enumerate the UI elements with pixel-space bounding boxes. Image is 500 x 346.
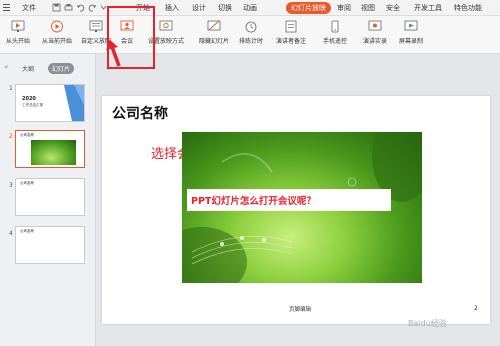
- tab-review[interactable]: 审阅: [337, 3, 351, 13]
- play-from-start-button[interactable]: 从头开始: [6, 20, 30, 45]
- thumbnail-subtitle: 工作总结汇报: [22, 103, 43, 107]
- play-from-current-icon: [50, 20, 64, 33]
- hide-slide-button[interactable]: 隐藏幻灯片: [199, 20, 229, 45]
- tab-slides[interactable]: 幻灯片: [48, 63, 75, 74]
- rehearse-timing-button[interactable]: 排练计时: [239, 20, 263, 45]
- rehearse-timing-icon: [244, 20, 258, 33]
- annotation-arrow: [106, 40, 121, 67]
- slide-number: 4: [9, 230, 13, 237]
- tab-special-features[interactable]: 特色功能: [454, 3, 482, 13]
- slide-thumbnail-4[interactable]: 公司名称: [15, 226, 85, 264]
- slide-company-name[interactable]: 公司名称: [112, 103, 168, 123]
- tab-design[interactable]: 设计: [192, 3, 206, 13]
- custom-show-icon: [89, 20, 103, 33]
- record-speech-icon: [368, 20, 382, 33]
- play-from-start-icon: [11, 20, 25, 33]
- slide-thumbnail-3[interactable]: 公司名称: [15, 178, 85, 216]
- setup-show-icon: [159, 20, 173, 33]
- tab-animations[interactable]: 动画: [243, 3, 257, 13]
- slide-number: 1: [9, 85, 13, 92]
- speaker-notes-button[interactable]: 演讲者备注: [276, 20, 306, 45]
- ribbon-toolbar: 从头开始 从当前开始 自定义放映 会议 设置放映方式 隐藏幻灯片 排练计时 演讲…: [0, 16, 500, 54]
- watermark-logo: Baidu经验: [408, 319, 447, 328]
- screen-record-button[interactable]: 屏幕录制: [399, 20, 423, 45]
- slide-page-number: 2: [474, 305, 478, 312]
- tab-outline[interactable]: 大纲: [18, 63, 38, 74]
- screen-record-icon: [404, 20, 418, 33]
- slide-thumbnail-2[interactable]: 公司名称: [15, 130, 85, 168]
- speaker-notes-icon: [284, 20, 298, 33]
- tab-developer-tools[interactable]: 开发工具: [414, 3, 442, 13]
- thumbnail-image: [31, 140, 76, 165]
- slide-thumbnail-1[interactable]: 2020 工作总结汇报: [15, 84, 85, 122]
- tab-view[interactable]: 视图: [361, 3, 375, 13]
- hide-slide-icon: [207, 20, 221, 33]
- undo-icon[interactable]: [76, 3, 85, 14]
- file-menu[interactable]: 文件: [22, 3, 36, 13]
- thumbnail-year: 2020: [22, 96, 36, 102]
- tab-security[interactable]: 安全: [386, 3, 400, 13]
- print-icon[interactable]: [64, 3, 73, 14]
- slide-number: 2: [9, 133, 13, 140]
- menu-icon[interactable]: [2, 2, 11, 12]
- tab-insert[interactable]: 插入: [165, 3, 179, 13]
- tab-transitions[interactable]: 切换: [218, 3, 232, 13]
- window-controls: [2, 2, 11, 12]
- collapse-panel-icon[interactable]: «: [4, 63, 8, 71]
- panel-tabs: 大纲 幻灯片: [18, 63, 75, 74]
- phone-remote-button[interactable]: 手机遥控: [323, 20, 347, 45]
- tab-slide-show[interactable]: 幻灯片放映: [286, 2, 331, 14]
- save-icon[interactable]: [52, 3, 61, 14]
- phone-remote-icon: [328, 20, 342, 33]
- record-speech-button[interactable]: 演讲实录: [363, 20, 387, 45]
- redo-icon[interactable]: [88, 3, 97, 14]
- play-from-current-button[interactable]: 从当前开始: [42, 20, 72, 45]
- slide-number: 3: [9, 182, 13, 189]
- slide-panel: « 大纲 幻灯片 1 2020 工作总结汇报 2 公司名称 3 公司名称 4 公…: [0, 54, 96, 346]
- chevron-down-icon[interactable]: [100, 3, 107, 14]
- slide-title-text[interactable]: PPT幻灯片怎么打开会议呢？: [191, 193, 316, 207]
- slide-footer[interactable]: 页脚编辑: [289, 305, 311, 313]
- menu-bar: 文件 开始 插入 设计 切换 动画 幻灯片放映 审阅 视图 安全 开发工具 特色…: [0, 0, 500, 16]
